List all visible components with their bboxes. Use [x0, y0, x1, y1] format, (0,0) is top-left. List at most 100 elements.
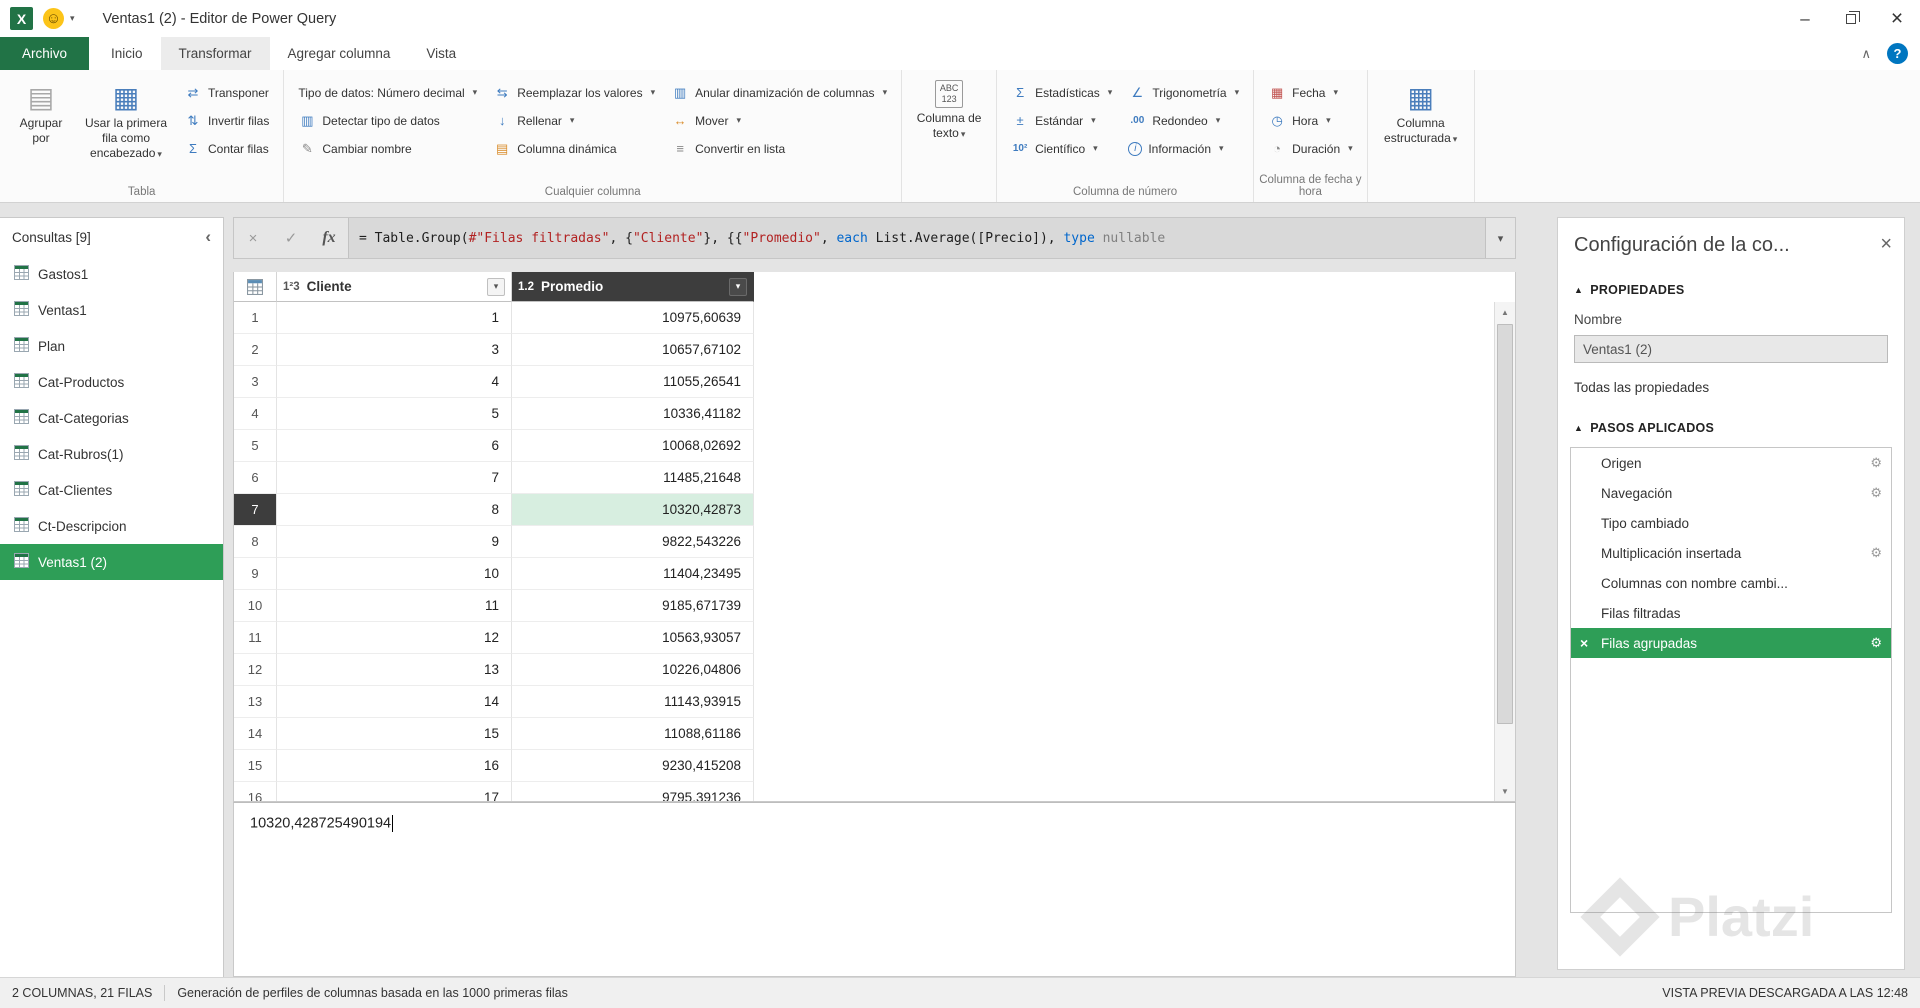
- expand-formula-bar-icon[interactable]: ▾: [1485, 218, 1515, 258]
- properties-header[interactable]: ▲ PROPIEDADES: [1558, 283, 1904, 297]
- table-row[interactable]: 9 10 11404,23495: [234, 558, 1515, 590]
- query-item-cat-productos[interactable]: Cat-Productos: [0, 364, 223, 400]
- step-origen[interactable]: Origen ⚙: [1571, 448, 1891, 478]
- fecha-button[interactable]: ▦ Fecha ▾: [1262, 80, 1359, 105]
- close-button[interactable]: ×: [1874, 0, 1920, 37]
- table-row[interactable]: 5 6 10068,02692: [234, 430, 1515, 462]
- cell-promedio[interactable]: 10336,41182: [512, 398, 754, 430]
- redondeo-button[interactable]: .00 Redondeo ▾: [1122, 108, 1245, 133]
- row-number[interactable]: 4: [234, 398, 277, 430]
- cell-cliente[interactable]: 5: [277, 398, 512, 430]
- cell-promedio[interactable]: 9230,415208: [512, 750, 754, 782]
- filter-dropdown-icon[interactable]: ▾: [487, 277, 505, 296]
- gear-icon[interactable]: ⚙: [1870, 455, 1882, 471]
- table-row[interactable]: 2 3 10657,67102: [234, 334, 1515, 366]
- estadisticas-button[interactable]: Σ Estadísticas ▾: [1005, 80, 1118, 105]
- cell-promedio-selected[interactable]: 10320,42873: [512, 494, 754, 526]
- query-item-cat-clientes[interactable]: Cat-Clientes: [0, 472, 223, 508]
- cell-cliente[interactable]: 12: [277, 622, 512, 654]
- mover-button[interactable]: ↔ Mover ▾: [665, 108, 893, 133]
- scroll-down-icon[interactable]: ▼: [1495, 781, 1515, 801]
- query-item-cat-rubros[interactable]: Cat-Rubros(1): [0, 436, 223, 472]
- cell-cliente[interactable]: 8: [277, 494, 512, 526]
- query-name-input[interactable]: [1574, 335, 1888, 363]
- column-header-cliente[interactable]: 1²3 Cliente ▾: [277, 272, 512, 302]
- cientifico-button[interactable]: 10² Científico ▾: [1005, 136, 1118, 161]
- query-item-gastos1[interactable]: Gastos1: [0, 256, 223, 292]
- row-number[interactable]: 14: [234, 718, 277, 750]
- row-number[interactable]: 16: [234, 782, 277, 801]
- cell-promedio[interactable]: 10068,02692: [512, 430, 754, 462]
- row-number[interactable]: 5: [234, 430, 277, 462]
- profile-info-status[interactable]: Generación de perfiles de columnas basad…: [177, 986, 568, 1000]
- convertir-en-lista-button[interactable]: ≡ Convertir en lista: [665, 136, 893, 161]
- table-row[interactable]: 12 13 10226,04806: [234, 654, 1515, 686]
- table-row[interactable]: 10 11 9185,671739: [234, 590, 1515, 622]
- step-navegacion[interactable]: Navegación ⚙: [1571, 478, 1891, 508]
- cell-promedio[interactable]: 11485,21648: [512, 462, 754, 494]
- cell-cliente[interactable]: 9: [277, 526, 512, 558]
- cell-promedio[interactable]: 10563,93057: [512, 622, 754, 654]
- cell-promedio[interactable]: 9795,391236: [512, 782, 754, 801]
- rellenar-button[interactable]: ↓ Rellenar ▾: [487, 108, 661, 133]
- row-number[interactable]: 6: [234, 462, 277, 494]
- step-columnas-con-nombre-cambiado[interactable]: Columnas con nombre cambi...: [1571, 568, 1891, 598]
- tab-archivo[interactable]: Archivo: [0, 37, 90, 70]
- cell-cliente[interactable]: 3: [277, 334, 512, 366]
- all-properties-link[interactable]: Todas las propiedades: [1558, 380, 1904, 395]
- row-number[interactable]: 8: [234, 526, 277, 558]
- informacion-button[interactable]: i Información ▾: [1122, 136, 1245, 161]
- table-row[interactable]: 14 15 11088,61186: [234, 718, 1515, 750]
- table-row[interactable]: 3 4 11055,26541: [234, 366, 1515, 398]
- duracion-button[interactable]: ◔ Duración ▾: [1262, 136, 1359, 161]
- table-row[interactable]: 13 14 11143,93915: [234, 686, 1515, 718]
- step-tipo-cambiado[interactable]: Tipo cambiado: [1571, 508, 1891, 538]
- usar-primera-fila-button[interactable]: ▦ Usar la primera fila como encabezado ▾: [78, 76, 174, 165]
- close-settings-icon[interactable]: ×: [1880, 234, 1892, 254]
- table-row[interactable]: 15 16 9230,415208: [234, 750, 1515, 782]
- table-row[interactable]: 4 5 10336,41182: [234, 398, 1515, 430]
- gear-icon[interactable]: ⚙: [1870, 545, 1882, 561]
- invertir-filas-button[interactable]: ⇅ Invertir filas: [178, 108, 275, 133]
- row-number[interactable]: 3: [234, 366, 277, 398]
- cell-cliente[interactable]: 6: [277, 430, 512, 462]
- cell-cliente[interactable]: 4: [277, 366, 512, 398]
- query-item-plan[interactable]: Plan: [0, 328, 223, 364]
- row-number[interactable]: 9: [234, 558, 277, 590]
- table-vertical-scrollbar[interactable]: ▲ ▼: [1494, 302, 1515, 801]
- tab-agregar-columna[interactable]: Agregar columna: [270, 37, 409, 70]
- transponer-button[interactable]: ⇄ Transponer: [178, 80, 275, 105]
- step-filas-filtradas[interactable]: Filas filtradas: [1571, 598, 1891, 628]
- quick-access-dropdown-icon[interactable]: ▾: [70, 13, 75, 24]
- cell-promedio[interactable]: 9822,543226: [512, 526, 754, 558]
- query-item-ct-descripcion[interactable]: Ct-Descripcion: [0, 508, 223, 544]
- cell-promedio[interactable]: 10975,60639: [512, 302, 754, 334]
- cell-cliente[interactable]: 15: [277, 718, 512, 750]
- smiley-feedback-icon[interactable]: ☺: [43, 8, 64, 29]
- anular-dinamizacion-button[interactable]: ▥ Anular dinamización de columnas ▾: [665, 80, 893, 105]
- cell-cliente[interactable]: 14: [277, 686, 512, 718]
- scroll-up-icon[interactable]: ▲: [1495, 302, 1515, 322]
- hora-button[interactable]: ◷ Hora ▾: [1262, 108, 1359, 133]
- columna-estructurada-button[interactable]: ▦ Columna estructurada ▾: [1376, 76, 1466, 150]
- gear-icon[interactable]: ⚙: [1870, 635, 1882, 651]
- collapse-queries-icon[interactable]: ‹: [205, 227, 211, 247]
- estandar-button[interactable]: ± Estándar ▾: [1005, 108, 1118, 133]
- cell-promedio[interactable]: 11088,61186: [512, 718, 754, 750]
- query-item-ventas1[interactable]: Ventas1: [0, 292, 223, 328]
- cell-promedio[interactable]: 11404,23495: [512, 558, 754, 590]
- row-number[interactable]: 10: [234, 590, 277, 622]
- help-icon[interactable]: ?: [1887, 43, 1908, 64]
- excel-app-icon[interactable]: X: [10, 7, 33, 30]
- contar-filas-button[interactable]: Σ Contar filas: [178, 136, 275, 161]
- formula-cancel-button[interactable]: ×: [234, 218, 272, 258]
- minimize-button[interactable]: –: [1782, 0, 1828, 37]
- filter-dropdown-icon[interactable]: ▾: [729, 277, 747, 296]
- detectar-tipo-button[interactable]: ▥ Detectar tipo de datos: [292, 108, 483, 133]
- gear-icon[interactable]: ⚙: [1870, 485, 1882, 501]
- tab-inicio[interactable]: Inicio: [93, 37, 161, 70]
- delete-step-icon[interactable]: ×: [1580, 635, 1588, 651]
- collapse-ribbon-icon[interactable]: ∧: [1861, 46, 1871, 62]
- row-number[interactable]: 15: [234, 750, 277, 782]
- table-row[interactable]: 1 1 10975,60639: [234, 302, 1515, 334]
